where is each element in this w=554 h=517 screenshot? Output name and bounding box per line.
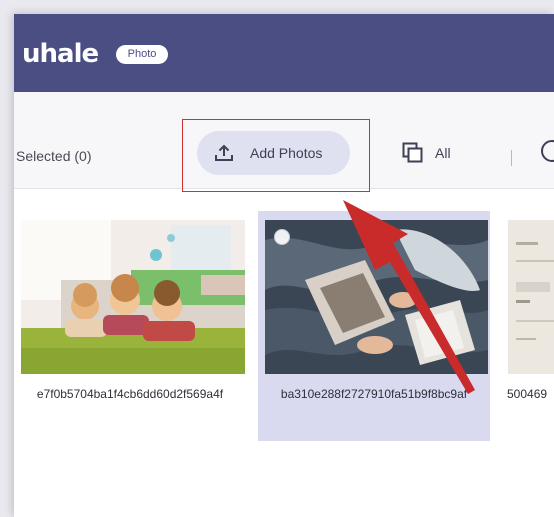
photo-gallery: e7f0b5704ba1f4cb6dd60d2f569a4f ba310e288… — [14, 188, 554, 517]
photo-filename: ba310e288f2727910fa51b9f8bc9af — [280, 387, 468, 401]
photo-card[interactable]: e7f0b5704ba1f4cb6dd60d2f569a4f — [14, 211, 246, 441]
selection-marker[interactable] — [274, 229, 290, 245]
photo-filename: e7f0b5704ba1f4cb6dd60d2f569a4f — [36, 387, 224, 401]
toolbar-divider — [511, 150, 512, 166]
photo-document-image — [508, 220, 554, 374]
circle-icon[interactable] — [541, 140, 554, 162]
photo-card[interactable]: 500469 — [502, 211, 554, 441]
app-window: uhale Photo Selected (0) Add Photos All — [14, 14, 554, 517]
all-label: All — [435, 145, 451, 161]
photo-reading-image — [265, 220, 488, 374]
selected-count: Selected (0) — [16, 148, 92, 164]
annotation-highlight-box — [182, 119, 370, 192]
photo-thumbnail[interactable] — [265, 220, 488, 374]
photo-thumbnail[interactable] — [508, 220, 554, 374]
photo-card-selected[interactable]: ba310e288f2727910fa51b9f8bc9af — [258, 211, 490, 441]
app-logo-badge: Photo — [116, 45, 168, 64]
app-logo: uhale — [22, 39, 99, 69]
photo-thumbnail[interactable] — [21, 220, 245, 374]
copy-icon — [402, 142, 423, 163]
photo-filename: 500469 — [507, 387, 548, 401]
photo-kids-image — [21, 220, 245, 374]
title-bar: uhale Photo — [14, 14, 554, 92]
